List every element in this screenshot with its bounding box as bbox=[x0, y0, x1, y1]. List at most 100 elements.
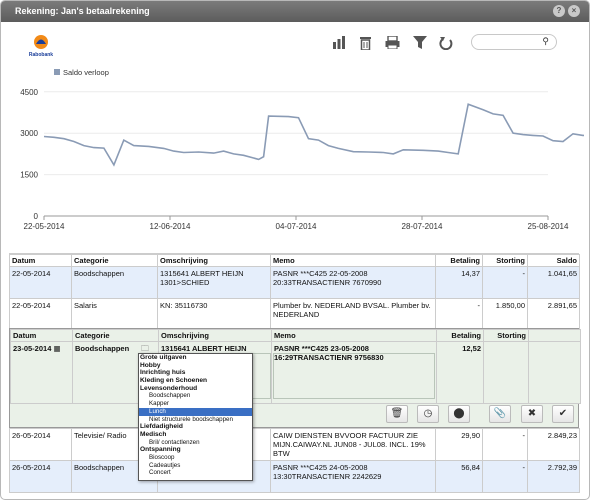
edit-storting-field[interactable] bbox=[483, 341, 529, 404]
edit-trash-button[interactable]: 🗑 bbox=[386, 405, 408, 423]
close-icon[interactable]: × bbox=[568, 5, 580, 17]
dropdown-option[interactable]: Lunch bbox=[139, 407, 252, 416]
cell-memo: CAIW DIENSTEN BVVOOR FACTUUR ZIE MIJN.CA… bbox=[270, 428, 436, 461]
table-row[interactable]: 22-05-2014 Salaris KN: 35116730 Plumber … bbox=[9, 298, 580, 329]
cell-datum: 22-05-2014 bbox=[9, 266, 72, 299]
edit-clock-button[interactable]: ◷ bbox=[417, 405, 439, 423]
cell-storting: - bbox=[482, 428, 528, 461]
x-tick-label: 28-07-2014 bbox=[402, 222, 443, 231]
col-saldo[interactable]: Saldo bbox=[527, 254, 580, 267]
dropdown-option[interactable]: Niet structurele boodschappen bbox=[139, 416, 252, 424]
help-icon[interactable]: ? bbox=[553, 5, 565, 17]
header-row: Datum Categorie Omschrijving Memo Betali… bbox=[9, 254, 580, 267]
y-tick-label: 4500 bbox=[20, 88, 38, 97]
app-window: Rekening: Jan's betaalrekening ? × Rabob… bbox=[0, 0, 590, 500]
attach-icon: 📎 bbox=[493, 408, 507, 419]
cell-betaling: - bbox=[435, 298, 483, 329]
x-tick-label: 22-05-2014 bbox=[24, 222, 65, 231]
cell-betaling: 14,37 bbox=[435, 266, 483, 299]
col-storting[interactable]: Storting bbox=[482, 254, 528, 267]
chart-svg: 0 1500 3000 4500 22-05-2014 12-06-2014 04-07-2… bbox=[20, 68, 589, 231]
edit-col-betaling: Betaling bbox=[436, 329, 484, 342]
transactions-grid: Datum Categorie Omschrijving Memo Betali… bbox=[9, 253, 581, 493]
dropdown-group-header: Ontspanning bbox=[140, 446, 181, 454]
cell-betaling: 56,84 bbox=[435, 460, 483, 493]
table-row[interactable]: 22-05-2014 Boodschappen 1315641 ALBERT H… bbox=[9, 266, 580, 299]
cell-storting: - bbox=[482, 460, 528, 493]
dropdown-group-header: Kleding en Schoenen bbox=[140, 377, 208, 385]
col-memo[interactable]: Memo bbox=[270, 254, 436, 267]
search-icon: ⚲ bbox=[542, 36, 549, 46]
cell-categorie: Salaris bbox=[71, 298, 158, 329]
dropdown-group-header: Hobby bbox=[140, 361, 161, 369]
edit-split-button[interactable]: ⬤ bbox=[448, 405, 470, 423]
category-dropdown[interactable]: Grote uitgaven Hobby Inrichting huis Kledin… bbox=[138, 353, 253, 481]
table-row[interactable]: 26-05-2014 Televisie/ Radio CAIW DIENSTE… bbox=[9, 428, 580, 461]
edit-categorie-field[interactable]: Boodschappen bbox=[75, 344, 129, 353]
trash-icon[interactable] bbox=[357, 36, 373, 52]
split-icon: ⬤ bbox=[453, 408, 465, 419]
dropdown-group-header: Levensonderhoud bbox=[140, 384, 198, 392]
edit-betaling-field[interactable]: 12,52 bbox=[436, 341, 484, 404]
cell-omschrijving: KN: 35116730 bbox=[157, 298, 271, 329]
x-tick-label: 04-07-2014 bbox=[276, 222, 317, 231]
bar-chart-icon[interactable] bbox=[331, 36, 347, 52]
cell-datum: 22-05-2014 bbox=[9, 298, 72, 329]
table-row[interactable]: 26-05-2014 Boodschappen PASNR ***C425 24… bbox=[9, 460, 580, 493]
dropdown-option[interactable]: Boodschappen bbox=[139, 392, 252, 400]
cell-categorie: Boodschappen bbox=[71, 266, 158, 299]
memo-textarea[interactable] bbox=[273, 353, 435, 399]
cell-saldo: 2.891,65 bbox=[527, 298, 580, 329]
cell-saldo: 1.041,65 bbox=[527, 266, 580, 299]
trash-icon: 🗑 bbox=[390, 408, 404, 419]
cell-betaling: 29,90 bbox=[435, 428, 483, 461]
dropdown-group-header: Liefdadigheid bbox=[140, 423, 183, 431]
logo-text: Rabobank bbox=[29, 52, 53, 58]
cell-memo: Plumber bv. NEDERLAND BVSAL. Plumber bv.… bbox=[270, 298, 436, 329]
refresh-icon[interactable] bbox=[438, 36, 454, 52]
legend-swatch bbox=[54, 69, 60, 75]
series-line-saldo-verloop bbox=[43, 103, 589, 167]
cell-datum: 26-05-2014 bbox=[9, 460, 72, 493]
dropdown-group-header: Inrichting huis bbox=[140, 369, 186, 377]
cell-storting: - bbox=[482, 266, 528, 299]
edit-col-memo: Memo bbox=[271, 329, 437, 342]
dropdown-option[interactable]: Concert bbox=[139, 469, 252, 477]
cell-datum: 26-05-2014 bbox=[9, 428, 72, 461]
transactions-table: Datum Categorie Omschrijving Memo Betali… bbox=[9, 254, 580, 329]
rabobank-logo: Rabobank bbox=[26, 32, 56, 58]
edit-attach-button[interactable]: 📎 bbox=[489, 405, 511, 423]
calendar-icon[interactable]: ▦ bbox=[53, 344, 60, 353]
search-input[interactable]: ⚲ bbox=[471, 34, 557, 50]
col-omschrijving[interactable]: Omschrijving bbox=[157, 254, 271, 267]
cell-memo: PASNR ***C425 24-05-2008 13:30TRANSACTIE… bbox=[270, 460, 436, 493]
edit-datum-field[interactable]: 23-05-2014 bbox=[13, 344, 51, 353]
confirm-icon: ✔ bbox=[558, 408, 568, 419]
col-categorie[interactable]: Categorie bbox=[71, 254, 158, 267]
cell-saldo: 2.849,23 bbox=[527, 428, 580, 461]
dropdown-option[interactable]: Cadeautjes bbox=[139, 462, 252, 470]
col-datum[interactable]: Datum bbox=[9, 254, 72, 267]
cell-omschrijving: 1315641 ALBERT HEIJN 1301>SCHIED bbox=[157, 266, 271, 299]
x-tick-label: 12-06-2014 bbox=[150, 222, 191, 231]
dropdown-group-header: Grote uitgaven bbox=[140, 354, 187, 361]
edit-header-row: Datum Categorie Omschrijving Memo Betali… bbox=[10, 329, 581, 342]
edit-cancel-button[interactable]: ✖ bbox=[521, 405, 543, 423]
edit-confirm-button[interactable]: ✔ bbox=[552, 405, 574, 423]
transactions-table-lower: 26-05-2014 Televisie/ Radio CAIW DIENSTE… bbox=[9, 428, 580, 493]
filter-icon[interactable] bbox=[412, 36, 428, 52]
dropdown-option[interactable]: Bril/ contactlenzen bbox=[139, 439, 252, 447]
toolbar: Rabobank ⚲ bbox=[1, 22, 589, 66]
print-icon[interactable] bbox=[384, 35, 400, 52]
dropdown-option[interactable]: Kapper bbox=[139, 400, 252, 408]
legend-label: Saldo verloop bbox=[63, 68, 109, 77]
clock-icon: ◷ bbox=[423, 408, 433, 419]
window-title: Rekening: Jan's betaalrekening bbox=[15, 6, 150, 16]
col-betaling[interactable]: Betaling bbox=[435, 254, 483, 267]
title-bar: Rekening: Jan's betaalrekening ? × bbox=[1, 1, 589, 22]
edit-col-categorie: Categorie bbox=[72, 329, 159, 342]
balance-chart: 0 1500 3000 4500 22-05-2014 12-06-2014 04-07-2… bbox=[8, 66, 589, 249]
cell-saldo: 2.792,39 bbox=[527, 460, 580, 493]
edit-col-datum: Datum bbox=[10, 329, 73, 342]
dropdown-option[interactable]: Bioscoop bbox=[139, 454, 252, 462]
